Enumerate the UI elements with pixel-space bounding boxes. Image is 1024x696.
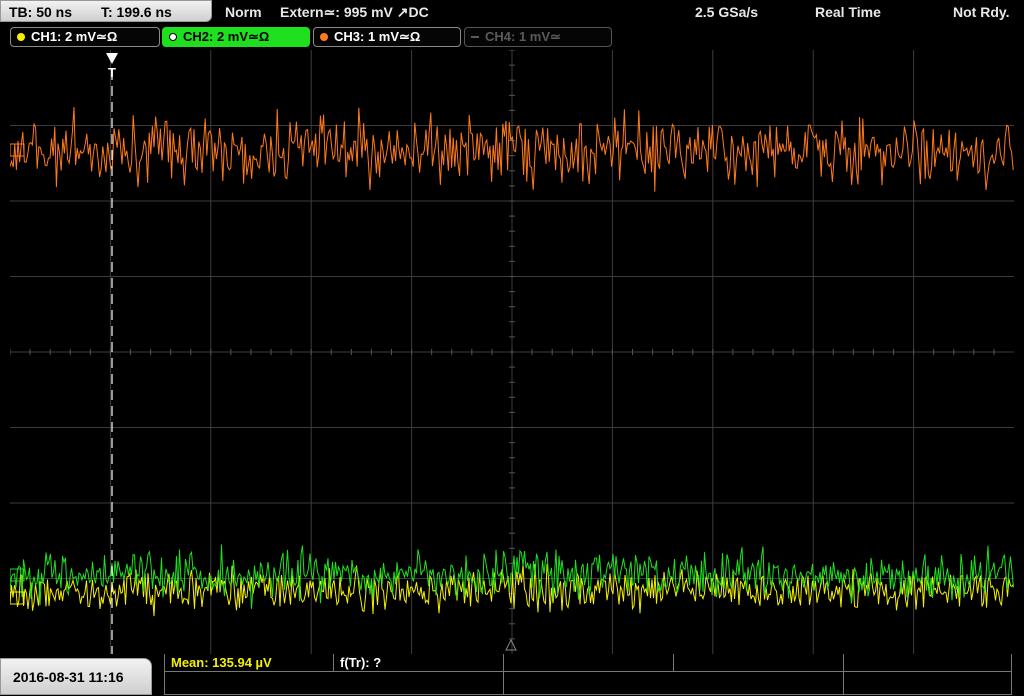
sample-rate: 2.5 GSa/s — [695, 4, 759, 20]
measurement-panel: Mean: 135.94 µV f(Tr): ? — [164, 654, 1012, 695]
measurement-cell-7[interactable] — [504, 672, 844, 695]
timebase-label: TB: 50 ns — [9, 4, 73, 20]
measurement-cell-mean[interactable]: Mean: 135.94 µV — [164, 654, 334, 672]
trigger-time-label: T: 199.6 ns — [101, 4, 172, 20]
measurement-cell-5[interactable] — [844, 654, 1012, 672]
trigger-source[interactable]: Extern≃: 995 mV ↗DC — [280, 0, 429, 24]
trigger-marker-label: T — [108, 65, 116, 80]
channel-dot-icon — [17, 33, 25, 41]
measurement-cell-3[interactable] — [504, 654, 674, 672]
measurement-mean: Mean: 135.94 µV — [171, 655, 272, 670]
measurement-frequency: f(Tr): ? — [340, 655, 382, 670]
channel-label: CH2: 2 mV≃Ω — [183, 29, 270, 44]
measurement-cell-ftr[interactable]: f(Tr): ? — [334, 654, 504, 672]
channel-tab-ch4[interactable]: CH4: 1 mV≃ — [464, 27, 612, 47]
waveform-plot: T — [10, 50, 1014, 654]
measurement-cell-8[interactable] — [844, 672, 1012, 695]
trigger-mode[interactable]: Norm — [225, 0, 262, 24]
channel-tab-ch2[interactable]: CH2: 2 mV≃Ω — [162, 27, 310, 47]
horizontal-reference-icon — [505, 638, 517, 651]
datetime-box[interactable]: 2016-08-31 11:16 — [0, 658, 152, 695]
measurement-cell-4[interactable] — [674, 654, 844, 672]
measurement-cell-6[interactable] — [164, 672, 504, 695]
channel-bar: CH1: 2 mV≃Ω CH2: 2 mV≃Ω CH3: 1 mV≃Ω CH4:… — [0, 26, 1024, 48]
timebase-box[interactable]: TB: 50 ns T: 199.6 ns — [0, 0, 212, 22]
datetime-label: 2016-08-31 11:16 — [13, 669, 124, 685]
bottom-bar: 2016-08-31 11:16 Mean: 135.94 µV f(Tr): … — [0, 654, 1024, 695]
waveform-display[interactable]: T — [10, 50, 1014, 654]
channel-dot-icon — [169, 33, 177, 41]
acquisition-mode[interactable]: Real Time — [815, 0, 881, 24]
channel-label: CH4: 1 mV≃ — [485, 29, 561, 44]
channel-label: CH1: 2 mV≃Ω — [31, 29, 118, 44]
channel-dot-icon — [320, 33, 328, 41]
channel-dot-icon — [471, 36, 479, 38]
channel-tab-ch1[interactable]: CH1: 2 mV≃Ω — [10, 27, 160, 47]
channel-tab-ch3[interactable]: CH3: 1 mV≃Ω — [313, 27, 461, 47]
top-status-bar: TB: 50 ns T: 199.6 ns Norm Extern≃: 995 … — [0, 0, 1024, 24]
channel-label: CH3: 1 mV≃Ω — [334, 29, 421, 44]
acquisition-status: Not Rdy. — [953, 4, 1010, 20]
trigger-arrow-icon — [106, 53, 118, 64]
